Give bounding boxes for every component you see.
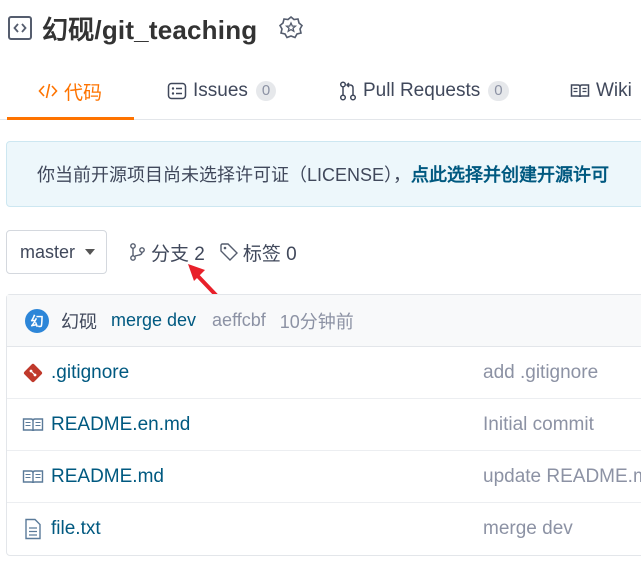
last-commit-row: 幻 幻砚 merge dev aeffcbf 10分钟前: [7, 295, 641, 347]
license-notice-text: 你当前开源项目尚未选择许可证（LICENSE），: [37, 165, 412, 185]
repo-title[interactable]: 幻砚/git_teaching: [42, 10, 257, 47]
recommend-badge-icon[interactable]: [277, 14, 305, 42]
file-commit-message[interactable]: add .gitignore: [483, 362, 598, 384]
list-item[interactable]: README.md update README.md: [7, 451, 641, 503]
file-commit-message[interactable]: Initial commit: [483, 414, 594, 436]
tags-label: 标签 0: [242, 243, 297, 265]
list-item[interactable]: .gitignore add .gitignore: [7, 347, 641, 399]
issues-count: 0: [255, 81, 277, 101]
pull-requests-count: 0: [488, 81, 509, 101]
file-name[interactable]: README.en.md: [51, 414, 190, 436]
license-notice: 你当前开源项目尚未选择许可证（LICENSE）， 点此选择并创建开源许可: [6, 141, 641, 207]
create-license-link[interactable]: 点此选择并创建开源许可: [411, 161, 609, 187]
commit-sha[interactable]: aeffcbf: [212, 310, 266, 331]
code-repo-icon: [8, 16, 32, 40]
book-icon: [22, 415, 44, 435]
book-icon: [22, 467, 44, 487]
list-item[interactable]: file.txt merge dev: [7, 503, 641, 555]
code-icon: [38, 82, 58, 100]
tab-wiki[interactable]: Wiki: [570, 62, 632, 120]
tab-issues[interactable]: Issues 0: [167, 62, 277, 120]
tab-pull-requests[interactable]: Pull Requests 0: [339, 62, 509, 120]
list-item[interactable]: README.en.md Initial commit: [7, 399, 641, 451]
tab-wiki-label: Wiki: [596, 80, 632, 101]
repo-header: 幻砚/git_teaching: [8, 10, 305, 46]
branch-bar: master 分支 2 标签 0: [6, 230, 297, 274]
file-commit-message[interactable]: update README.md: [483, 466, 641, 488]
branch-icon: [130, 243, 145, 261]
file-commit-message[interactable]: merge dev: [483, 518, 573, 540]
avatar[interactable]: 幻: [25, 308, 49, 333]
file-list: 幻 幻砚 merge dev aeffcbf 10分钟前 .gitignore …: [6, 294, 641, 556]
commit-time: 10分钟前: [279, 311, 354, 332]
git-diamond-icon: [22, 363, 44, 383]
branch-select-value: master: [20, 241, 76, 262]
file-name[interactable]: README.md: [51, 466, 164, 488]
chevron-down-icon: [85, 249, 96, 255]
branch-select[interactable]: master: [6, 230, 107, 274]
commit-author[interactable]: 幻砚: [61, 308, 97, 334]
tab-code[interactable]: 代码: [38, 62, 102, 120]
repo-tabs: 代码 Issues 0 Pull Requests 0 Wiki: [0, 62, 641, 120]
file-name[interactable]: .gitignore: [51, 362, 129, 384]
tab-pull-requests-label: Pull Requests: [363, 80, 481, 101]
wiki-book-icon: [570, 83, 590, 99]
commit-message[interactable]: merge dev: [111, 310, 196, 331]
issues-icon: [167, 82, 187, 100]
file-text-icon: [22, 518, 44, 540]
tab-issues-label: Issues: [193, 80, 248, 101]
active-tab-indicator: [7, 117, 134, 120]
tab-code-label: 代码: [64, 82, 103, 104]
file-name[interactable]: file.txt: [51, 518, 101, 540]
pull-request-icon: [339, 81, 357, 101]
